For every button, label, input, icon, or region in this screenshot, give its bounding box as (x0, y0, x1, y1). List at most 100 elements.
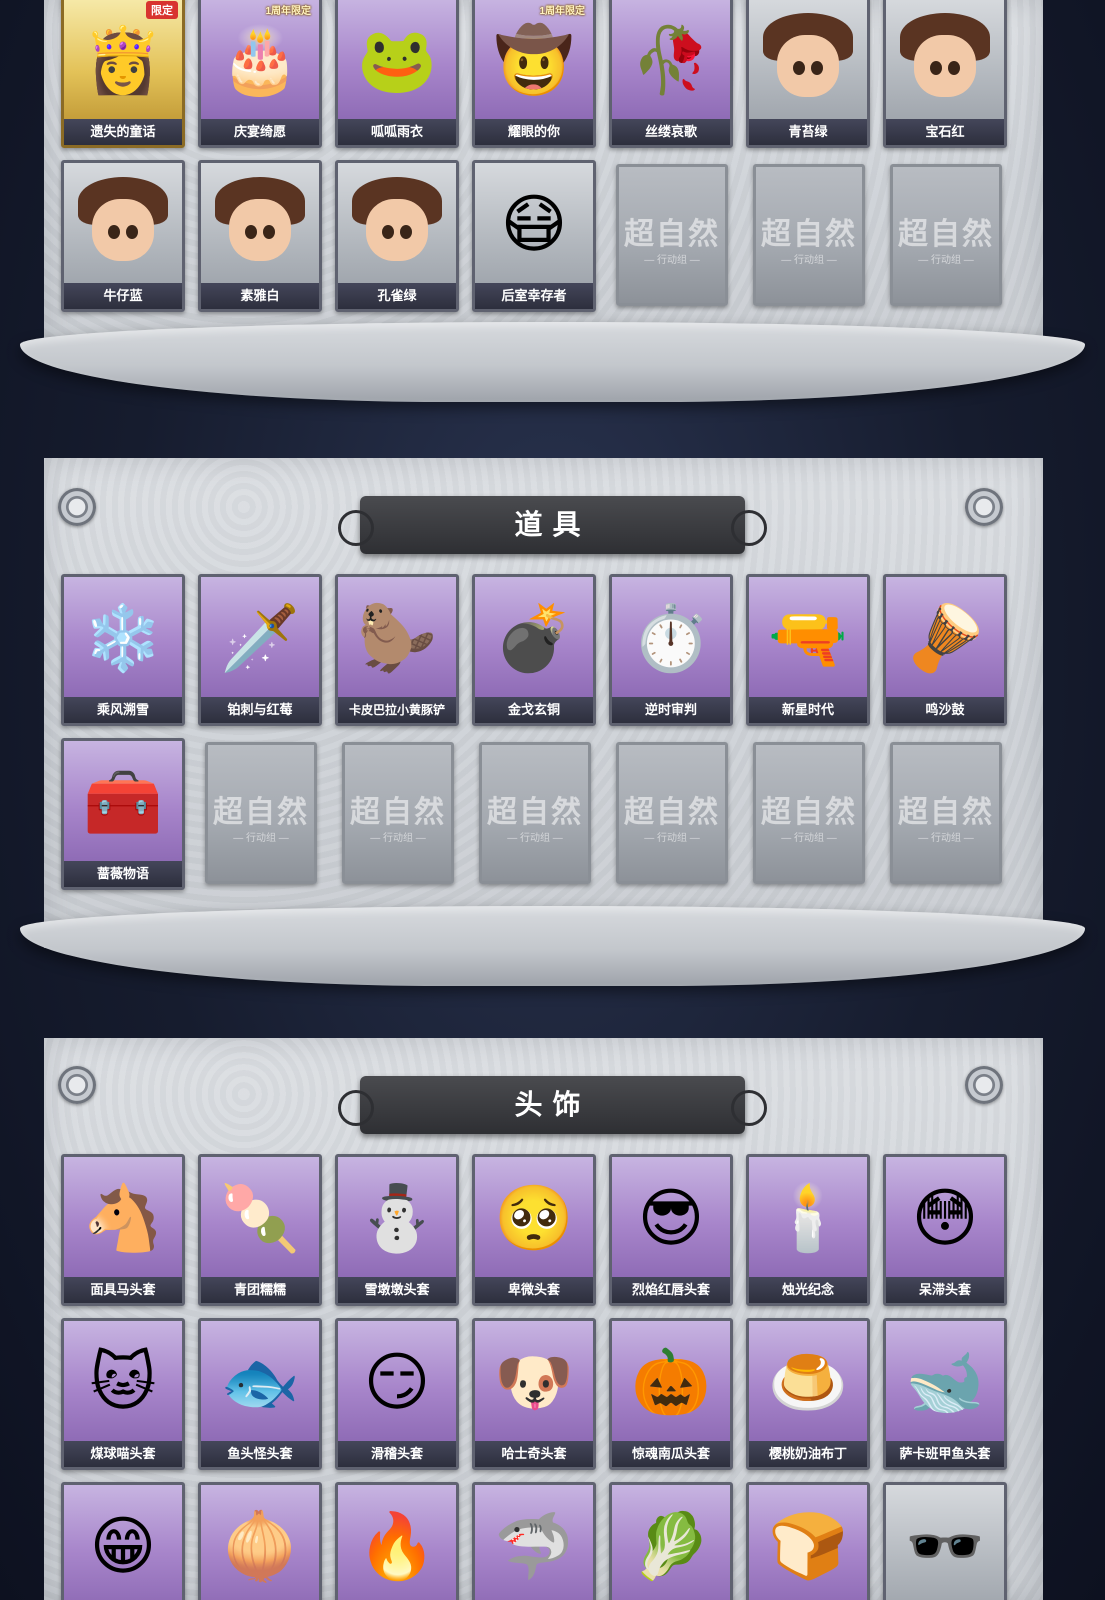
character-art: 🐸 (357, 24, 437, 96)
card-label: 面具马头套 (64, 1277, 182, 1303)
scroll-roll-bottom (20, 906, 1085, 986)
headwear-art: 🥬 (631, 1510, 711, 1582)
headwear-card[interactable]: 🐴 面具马头套 (61, 1154, 185, 1306)
headwear-card[interactable]: 🍮 樱桃奶油布丁 (746, 1318, 870, 1470)
headwear-card[interactable]: 🔥 (335, 1482, 459, 1600)
headwear-card[interactable]: 🦈 (472, 1482, 596, 1600)
headwear-art: 🍮 (768, 1346, 848, 1418)
card-label: 逆时审判 (612, 697, 730, 723)
costume-card[interactable]: 1周年限定 🤠 耀眼的你 (472, 0, 596, 148)
card-label: 鱼头怪头套 (201, 1441, 319, 1467)
empty-slot-sub: — 行动组 — (370, 833, 426, 844)
item-card[interactable]: ❄️ 乘风溯雪 (61, 574, 185, 726)
empty-slot-sub: — 行动组 — (507, 833, 563, 844)
card-label: 耀眼的你 (475, 119, 593, 145)
section-title-banner: 头饰 (338, 1076, 767, 1134)
headwear-card[interactable]: 🐱 煤球喵头套 (61, 1318, 185, 1470)
headwear-card[interactable]: 🕶️ (883, 1482, 1007, 1600)
compass-icon (965, 1066, 1003, 1104)
item-card[interactable]: ⏱️ 逆时审判 (609, 574, 733, 726)
item-card[interactable]: 🔫 新星时代 (746, 574, 870, 726)
item-card[interactable]: 🪘 鸣沙鼓 (883, 574, 1007, 726)
empty-slot-mark: 超自然 (761, 795, 857, 830)
item-card[interactable]: 💣 金戈玄铜 (472, 574, 596, 726)
character-art: 🤠 (494, 24, 574, 96)
empty-slot-sub: — 行动组 — (781, 833, 837, 844)
headwear-card[interactable]: 🎃 惊魂南瓜头套 (609, 1318, 733, 1470)
headwear-card[interactable]: 🥬 (609, 1482, 733, 1600)
headwear-art: 🎃 (631, 1346, 711, 1418)
card-label: 烛光纪念 (749, 1277, 867, 1303)
headwear-card[interactable]: 🍞 (746, 1482, 870, 1600)
card-label: 雪墩墩头套 (338, 1277, 456, 1303)
item-card[interactable]: 🗡️ 铂刺与红莓 (198, 574, 322, 726)
costume-card[interactable]: 🥀 丝缕哀歌 (609, 0, 733, 148)
empty-slot-mark: 超自然 (898, 217, 994, 252)
headwear-card[interactable]: 🐋 萨卡班甲鱼头套 (883, 1318, 1007, 1470)
card-label: 丝缕哀歌 (612, 119, 730, 145)
costume-card[interactable]: 素雅白 (198, 160, 322, 312)
item-art: 🗡️ (220, 602, 300, 674)
headwear-art: ⛄ (357, 1182, 437, 1254)
card-label: 蔷薇物语 (64, 861, 182, 887)
empty-slot-mark: 超自然 (487, 795, 583, 830)
item-card[interactable]: 🧰 蔷薇物语 (61, 738, 185, 890)
costume-card[interactable]: 限定 👸 遗失的童话 (61, 0, 185, 148)
empty-slot-mark: 超自然 (624, 217, 720, 252)
empty-slot-sub: — 行动组 — (644, 833, 700, 844)
headwear-card[interactable]: 😏 滑稽头套 (335, 1318, 459, 1470)
card-label: 后室幸存者 (475, 283, 593, 309)
headwear-art: 🐶 (494, 1346, 574, 1418)
empty-slot-mark: 超自然 (350, 795, 446, 830)
empty-slot-sub: — 行动组 — (644, 255, 700, 266)
headwear-card[interactable]: 🐟 鱼头怪头套 (198, 1318, 322, 1470)
costume-card[interactable]: 😷 后室幸存者 (472, 160, 596, 312)
empty-slot: 超自然 — 行动组 — (479, 742, 591, 884)
card-label: 乘风溯雪 (64, 697, 182, 723)
headwear-card[interactable]: 🥺 卑微头套 (472, 1154, 596, 1306)
card-label: 鸣沙鼓 (886, 697, 1004, 723)
headwear-card[interactable]: 😎 烈焰红唇头套 (609, 1154, 733, 1306)
empty-slot: 超自然 — 行动组 — (616, 164, 728, 306)
compass-icon (965, 488, 1003, 526)
card-label: 铂刺与红莓 (201, 697, 319, 723)
compass-icon (58, 488, 96, 526)
character-art (211, 175, 309, 273)
costume-card[interactable]: 1周年限定 🎂 庆宴绮愿 (198, 0, 322, 148)
headwear-art: 🔥 (357, 1510, 437, 1582)
item-art: 💣 (494, 602, 574, 674)
empty-slot-sub: — 行动组 — (918, 833, 974, 844)
costume-card[interactable]: 牛仔蓝 (61, 160, 185, 312)
card-label: 惊魂南瓜头套 (612, 1441, 730, 1467)
headwear-card[interactable]: 🍡 青团糯糯 (198, 1154, 322, 1306)
card-label: 樱桃奶油布丁 (749, 1441, 867, 1467)
headwear-card[interactable]: 🐶 哈士奇头套 (472, 1318, 596, 1470)
costume-card[interactable]: 宝石红 (883, 0, 1007, 148)
headwear-art: 🕯️ (768, 1182, 848, 1254)
headwear-card[interactable]: ⛄ 雪墩墩头套 (335, 1154, 459, 1306)
headwear-card[interactable]: 😳 呆滞头套 (883, 1154, 1007, 1306)
item-art: 🪘 (905, 602, 985, 674)
headwear-card[interactable]: 😁 (61, 1482, 185, 1600)
card-label: 滑稽头套 (338, 1441, 456, 1467)
item-card[interactable]: 🦫 卡皮巴拉小黄豚铲 (335, 574, 459, 726)
card-label: 呱呱雨衣 (338, 119, 456, 145)
empty-slot: 超自然 — 行动组 — (753, 164, 865, 306)
costume-card[interactable]: 青苔绿 (746, 0, 870, 148)
card-label: 青团糯糯 (201, 1277, 319, 1303)
card-label: 宝石红 (886, 119, 1004, 145)
empty-slot: 超自然 — 行动组 — (342, 742, 454, 884)
headwear-art: 🐱 (89, 1346, 157, 1418)
costume-card[interactable]: 孔雀绿 (335, 160, 459, 312)
headwear-art: 🐋 (905, 1346, 985, 1418)
headwear-card[interactable]: 🧅 (198, 1482, 322, 1600)
headwear-art: 🍞 (768, 1510, 848, 1582)
card-label: 金戈玄铜 (475, 697, 593, 723)
card-label: 烈焰红唇头套 (612, 1277, 730, 1303)
headwear-art: 😎 (637, 1182, 705, 1254)
character-art (896, 11, 994, 109)
headwear-card[interactable]: 🕯️ 烛光纪念 (746, 1154, 870, 1306)
card-label: 青苔绿 (749, 119, 867, 145)
headwear-art: 🧅 (220, 1510, 300, 1582)
costume-card[interactable]: 🐸 呱呱雨衣 (335, 0, 459, 148)
